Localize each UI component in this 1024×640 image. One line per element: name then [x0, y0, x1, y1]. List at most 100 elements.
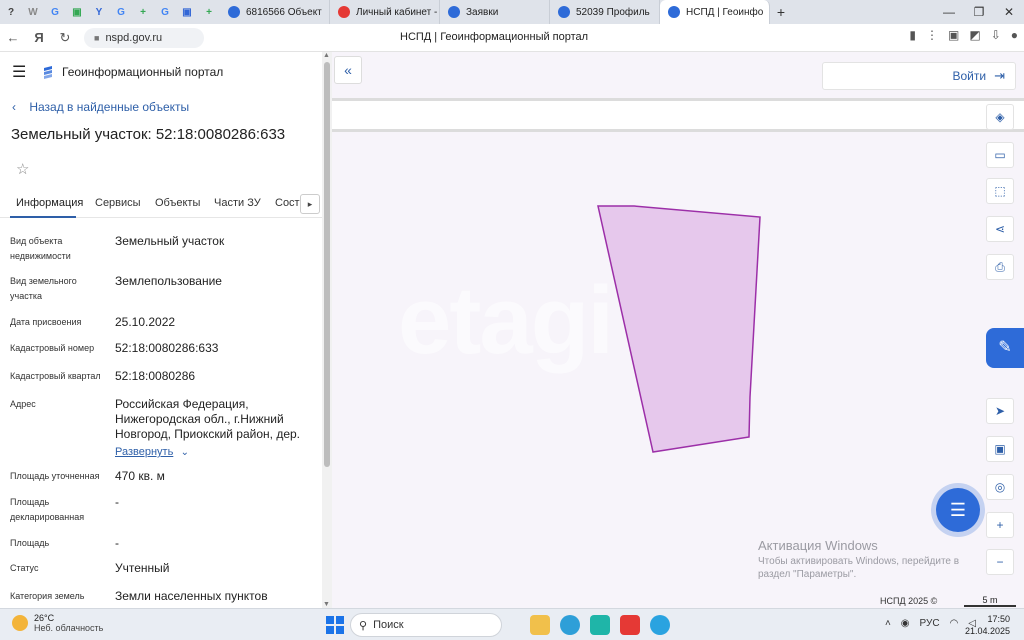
panel-scrollbar[interactable]: ▲ ▼ — [322, 52, 332, 608]
land-parcel-polygon[interactable] — [597, 205, 761, 453]
info-value: 25.10.2022 — [115, 315, 176, 329]
info-label: Кадастровый номер — [10, 343, 95, 353]
print-button[interactable]: ⎙ — [986, 254, 1014, 280]
chevron-left-icon: ‹ — [12, 100, 16, 114]
layers-button[interactable]: ◈ — [986, 104, 1014, 130]
url-field[interactable]: ■ nspd.gov.ru — [84, 27, 204, 48]
close-window-icon[interactable]: ✕ — [994, 5, 1024, 19]
language-indicator[interactable]: РУС — [920, 618, 940, 629]
feedback-side-tab[interactable]: ✎ — [986, 328, 1024, 368]
tray-app-icon[interactable]: ◉ — [901, 618, 910, 629]
scale-bar: 5 m — [964, 596, 1016, 607]
address-text: Российская Федерация, Нижегородская обл.… — [115, 397, 301, 441]
app-icon[interactable] — [590, 615, 610, 635]
pinned-tab[interactable]: + — [132, 0, 154, 24]
scroll-up-icon[interactable]: ▲ — [323, 52, 330, 59]
info-value: 52:18:0080286 — [115, 369, 196, 383]
ruler-button[interactable]: ▭ — [986, 142, 1014, 168]
panel-header: ☰ Геоинформационный портал — [12, 62, 223, 82]
info-label: Категория земель — [10, 591, 85, 601]
browser-tab[interactable]: 52039 Профиль — [550, 0, 660, 24]
layers-icon: ◈ — [995, 110, 1005, 124]
minimap-icon: ▣ — [994, 442, 1006, 456]
weather-widget[interactable]: 26°C Неб. облачность — [12, 613, 103, 633]
pinned-tab[interactable]: ? — [0, 0, 22, 24]
collapse-panel-button[interactable]: « — [334, 56, 362, 84]
search-placeholder: Поиск — [373, 619, 404, 631]
pinned-tab[interactable]: + — [198, 0, 220, 24]
portal-logo-icon — [44, 66, 52, 79]
minimap-button[interactable]: ▣ — [986, 436, 1014, 462]
zoom-out-button[interactable]: − — [986, 549, 1014, 575]
scrollbar-thumb[interactable] — [324, 62, 330, 467]
pinned-tab[interactable]: G — [110, 0, 132, 24]
new-tab-button[interactable]: + — [770, 4, 792, 20]
back-to-results-link[interactable]: ‹ Назад в найденные объекты — [12, 100, 189, 114]
pinned-tab[interactable]: W — [22, 0, 44, 24]
taskbar-apps — [530, 615, 670, 635]
wifi-icon[interactable]: ◠ — [950, 618, 959, 629]
tab-parts[interactable]: Части ЗУ — [214, 197, 261, 209]
browser-tab[interactable]: Личный кабинет - С — [330, 0, 440, 24]
pinned-tab[interactable]: G — [154, 0, 176, 24]
navigation-arrow-icon: ➤ — [994, 404, 1006, 418]
collections-icon[interactable]: ▣ — [948, 28, 959, 42]
tab-objects[interactable]: Объекты — [155, 197, 200, 209]
expand-address-link[interactable]: Развернуть ⌄ — [115, 444, 315, 460]
browser-tab-active[interactable]: НСПД | Геоинфо ✕ — [660, 0, 770, 24]
tab-label: 6816566 Объект — [246, 6, 322, 18]
info-value: 470 кв. м — [115, 469, 165, 483]
object-info-panel: ☰ Геоинформационный портал ‹ Назад в най… — [0, 52, 322, 608]
browser-tab[interactable]: Заявки — [440, 0, 550, 24]
extensions-icon[interactable]: ◩ — [969, 28, 980, 42]
info-label: Статус — [10, 563, 39, 573]
scroll-down-icon[interactable]: ▼ — [323, 601, 330, 608]
bookmark-icon[interactable]: ▮ — [909, 28, 916, 42]
url-text: nspd.gov.ru — [105, 31, 163, 44]
download-icon[interactable]: ⇩ — [991, 28, 1001, 42]
yandex-icon[interactable]: Я — [26, 30, 52, 45]
edge-browser-icon[interactable] — [560, 615, 580, 635]
site-icon — [668, 6, 680, 18]
tab-label: Заявки — [466, 6, 499, 18]
zoom-in-button[interactable]: + — [986, 512, 1014, 538]
windows-start-button[interactable] — [326, 616, 344, 634]
reload-icon[interactable]: ↻ — [52, 30, 78, 46]
pinned-tab[interactable]: G — [44, 0, 66, 24]
geolocation-button[interactable]: ◎ — [986, 474, 1014, 500]
telegram-icon[interactable] — [650, 615, 670, 635]
area-select-button[interactable]: ⬚ — [986, 178, 1014, 204]
more-icon[interactable]: ⋮ — [926, 28, 938, 42]
info-row: Площадь - — [10, 536, 316, 556]
profile-icon[interactable]: ● — [1011, 28, 1018, 42]
locate-button[interactable]: ➤ — [986, 398, 1014, 424]
clock-time: 17:50 — [987, 614, 1010, 624]
pinned-tab[interactable]: Y — [88, 0, 110, 24]
menu-icon[interactable]: ☰ — [12, 62, 32, 82]
minimize-icon[interactable]: — — [934, 5, 964, 19]
system-clock[interactable]: 17:50 21.04.2025 — [965, 613, 1010, 637]
share-icon: ⋖ — [994, 222, 1006, 236]
map-canvas[interactable]: etagi « Войти ⇥ ◈ ▭ ⬚ ⋖ ⎙ ✎ ➤ ▣ ◎ + − ☰ … — [332, 52, 1024, 608]
taskbar-search[interactable]: ⚲ Поиск — [350, 613, 502, 637]
pinned-tab[interactable]: ▣ — [176, 0, 198, 24]
geolocation-icon: ◎ — [994, 480, 1006, 494]
tab-services[interactable]: Сервисы — [95, 197, 141, 209]
ruler-icon: ▭ — [994, 148, 1006, 162]
browser-tab[interactable]: 6816566 Объект — [220, 0, 330, 24]
pinned-tab[interactable]: ▣ — [66, 0, 88, 24]
file-explorer-icon[interactable] — [530, 615, 550, 635]
portal-title: Геоинформационный портал — [62, 65, 224, 79]
tabs-scroll-right-button[interactable]: ▸ — [300, 194, 320, 214]
favorite-star-icon[interactable]: ☆ — [16, 160, 29, 178]
chevron-up-icon[interactable]: ˄ — [885, 618, 891, 629]
share-button[interactable]: ⋖ — [986, 216, 1014, 242]
yandex-browser-icon[interactable] — [620, 615, 640, 635]
tab-information[interactable]: Информация — [16, 197, 83, 209]
back-arrow-icon[interactable]: ← — [0, 30, 26, 45]
tab-label: Личный кабинет - С — [356, 6, 440, 18]
login-button[interactable]: Войти ⇥ — [822, 62, 1016, 90]
restore-icon[interactable]: ❐ — [964, 5, 994, 19]
chat-button[interactable]: ☰ — [936, 488, 980, 532]
expand-label: Развернуть — [115, 446, 174, 458]
